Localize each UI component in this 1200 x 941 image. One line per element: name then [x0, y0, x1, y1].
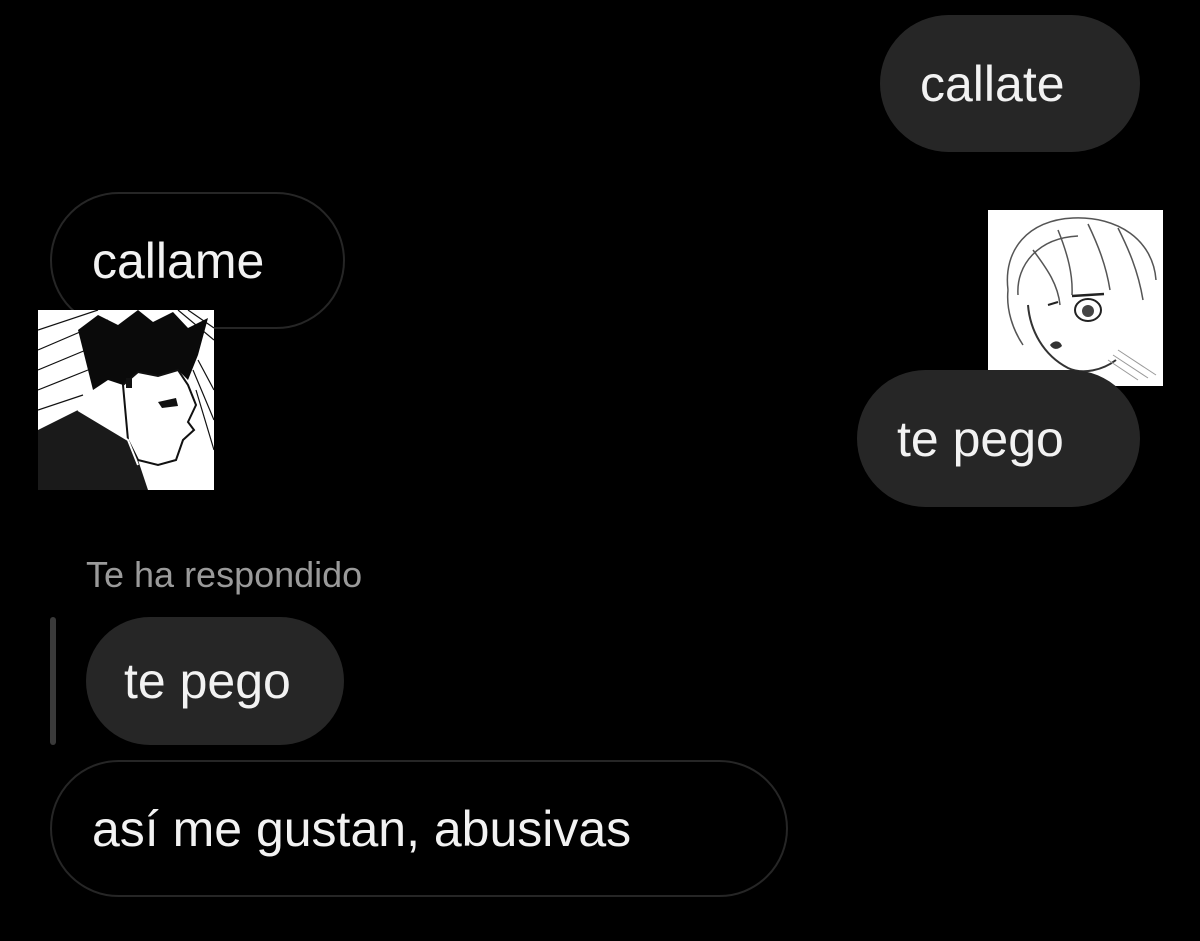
manga-boy-profile-sticker [38, 310, 214, 490]
message-text: callate [920, 55, 1065, 112]
manga-girl-face-sticker [988, 210, 1163, 386]
quoted-message-bubble[interactable]: te pego [86, 617, 344, 745]
quoted-message-text: te pego [124, 653, 291, 709]
message-bubble-sent[interactable]: callate [880, 15, 1140, 152]
message-text: te pego [897, 410, 1064, 467]
reply-label: Te ha respondido [86, 554, 363, 595]
message-text: así me gustan, abusivas [92, 800, 632, 857]
manga-girl-face-icon [988, 210, 1163, 386]
message-text: callame [92, 232, 265, 289]
message-bubble-received[interactable]: callame [50, 192, 345, 329]
message-bubble-sent[interactable]: te pego [857, 370, 1140, 507]
message-bubble-received[interactable]: así me gustan, abusivas [50, 760, 788, 897]
reply-quote-bar [50, 617, 56, 745]
manga-boy-profile-icon [38, 310, 214, 490]
